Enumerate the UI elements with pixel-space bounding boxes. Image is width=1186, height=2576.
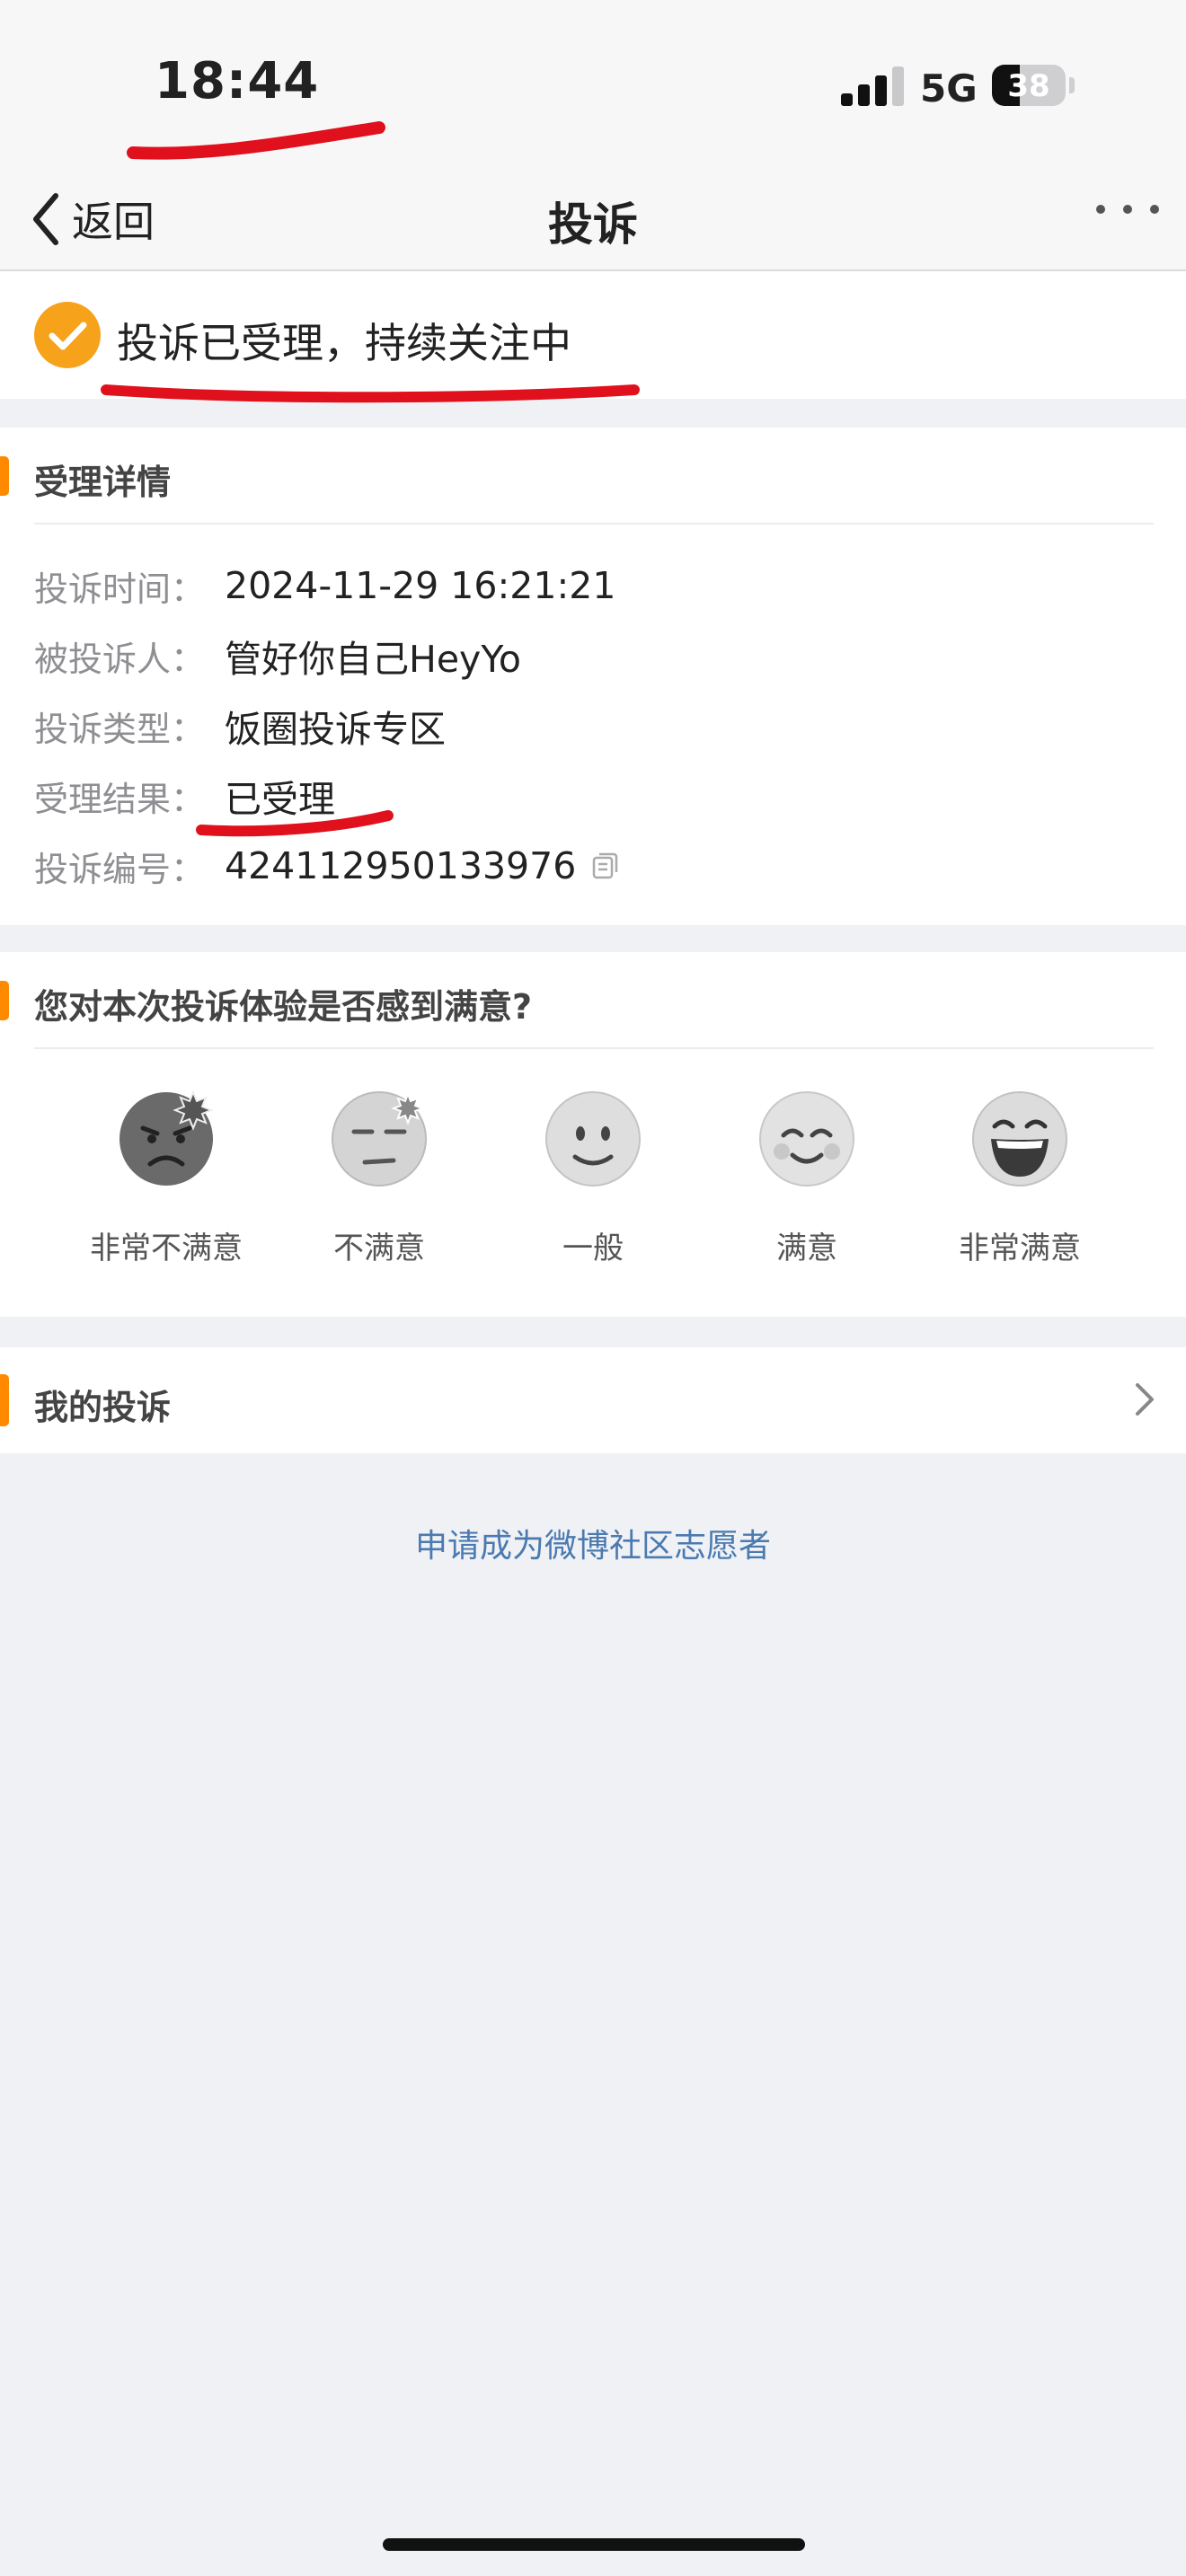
rating-unsatisfied[interactable]: 不满意 [280, 1087, 478, 1267]
very-unsatisfied-icon [119, 1090, 214, 1186]
status-time: 18:44 [155, 52, 320, 110]
chevron-right-icon [1136, 1383, 1154, 1416]
detail-row: 投诉编号： 424112950133976 [34, 839, 621, 893]
survey-card: 您对本次投诉体验是否感到满意? 非常不满意 不满意 一般 满意 非常满意 [0, 952, 1186, 1317]
page-title: 投诉 [548, 198, 638, 251]
rating-very-unsatisfied[interactable]: 非常不满意 [67, 1087, 265, 1267]
rating-options: 非常不满意 不满意 一般 满意 非常满意 [0, 1087, 1186, 1302]
rating-satisfied[interactable]: 满意 [708, 1087, 906, 1267]
navigation-bar: 返回 投诉 [0, 171, 1186, 271]
rating-label: 非常满意 [959, 1231, 1081, 1266]
rating-very-satisfied[interactable]: 非常满意 [921, 1087, 1119, 1267]
rating-label: 一般 [562, 1231, 624, 1266]
detail-key: 投诉时间： [34, 569, 206, 609]
details-header: 受理详情 [0, 428, 1186, 525]
rating-label: 满意 [776, 1231, 837, 1266]
network-type: 5G [920, 66, 978, 110]
detail-value: 已受理 [225, 778, 335, 821]
detail-key: 投诉类型： [34, 709, 206, 749]
satisfied-icon [759, 1091, 854, 1187]
detail-row: 投诉类型： 饭圈投诉专区 [34, 699, 446, 753]
section-accent-bar [0, 1374, 9, 1426]
rating-neutral[interactable]: 一般 [494, 1087, 692, 1267]
status-banner: 投诉已受理，持续关注中 [0, 271, 1186, 399]
detail-row: 被投诉人： 管好你自己HeyYo [34, 629, 521, 683]
section-accent-bar [0, 981, 9, 1020]
detail-value: 管好你自己HeyYo [225, 638, 522, 681]
complaint-number: 424112950133976 [225, 844, 577, 887]
section-accent-bar [0, 456, 9, 496]
status-text: 投诉已受理，持续关注中 [117, 319, 571, 367]
my-complaints-row[interactable]: 我的投诉 [0, 1347, 1186, 1453]
battery-icon: 38 [992, 65, 1066, 106]
neutral-icon [545, 1091, 641, 1187]
more-dot-icon [1150, 205, 1159, 214]
more-dot-icon [1096, 205, 1105, 214]
divider [34, 1047, 1154, 1049]
battery-level: 38 [1007, 68, 1050, 104]
my-complaints-label: 我的投诉 [34, 1388, 172, 1427]
very-satisfied-icon [972, 1091, 1067, 1187]
more-dot-icon [1123, 205, 1132, 214]
survey-header: 您对本次投诉体验是否感到满意? [0, 952, 1186, 1049]
battery-tip [1069, 77, 1075, 93]
home-indicator [383, 2538, 805, 2551]
divider [34, 523, 1154, 525]
rating-label: 不满意 [333, 1231, 425, 1266]
detail-value: 饭圈投诉专区 [225, 708, 446, 751]
copy-icon[interactable] [590, 851, 621, 881]
detail-key: 被投诉人： [34, 639, 206, 679]
checkmark-icon [34, 302, 101, 368]
volunteer-link[interactable]: 申请成为微博社区志愿者 [0, 1520, 1186, 1566]
more-options-button[interactable] [1096, 205, 1159, 214]
detail-row: 受理结果： 已受理 [34, 769, 335, 823]
detail-row: 投诉时间： 2024-11-29 16:21:21 [34, 559, 615, 613]
unsatisfied-icon [332, 1091, 427, 1187]
details-title: 受理详情 [34, 463, 172, 502]
rating-label: 非常不满意 [90, 1231, 243, 1266]
survey-title: 您对本次投诉体验是否感到满意? [34, 987, 533, 1027]
detail-key: 受理结果： [34, 779, 206, 819]
cellular-signal-icon [841, 66, 904, 106]
detail-key: 投诉编号： [34, 849, 206, 889]
status-bar: 18:44 5G 38 [0, 0, 1186, 171]
details-card: 受理详情 投诉时间： 2024-11-29 16:21:21 被投诉人： 管好你… [0, 428, 1186, 925]
detail-value: 2024-11-29 16:21:21 [225, 564, 616, 607]
